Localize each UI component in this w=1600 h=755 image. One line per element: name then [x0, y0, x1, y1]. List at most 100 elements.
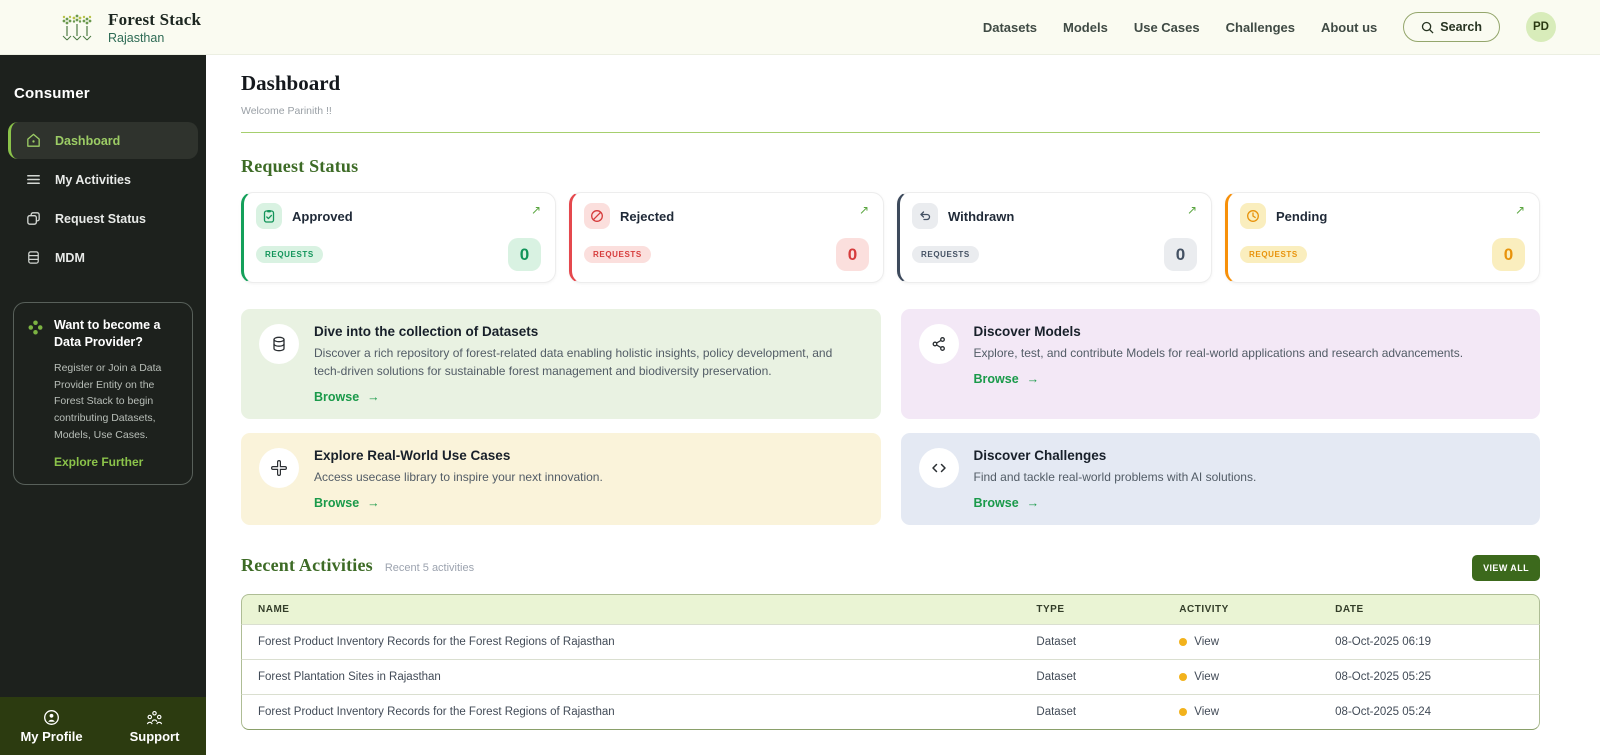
models-feature-card[interactable]: Discover Models Explore, test, and contr… [901, 309, 1541, 419]
request-count: 0 [836, 238, 869, 271]
sidebar: Consumer Dashboard My Activities Request… [0, 55, 206, 755]
copy-icon [25, 210, 42, 227]
use-cases-feature-card[interactable]: Explore Real-World Use Cases Access usec… [241, 433, 881, 525]
search-button[interactable]: Search [1403, 12, 1500, 42]
provider-card-title: Want to become a Data Provider? [54, 317, 179, 351]
list-icon [25, 171, 42, 188]
nav-datasets[interactable]: Datasets [983, 20, 1037, 35]
page-title: Dashboard [241, 71, 1540, 96]
external-arrow-icon[interactable]: ↗ [1187, 203, 1197, 217]
user-circle-icon [43, 709, 60, 726]
provider-card-body: Register or Join a Data Provider Entity … [54, 360, 179, 444]
welcome-text: Welcome Parinith !! [241, 105, 1540, 117]
withdrawn-card[interactable]: Withdrawn ↗ REQUESTS 0 [897, 192, 1212, 283]
approved-card[interactable]: Approved ↗ REQUESTS 0 [241, 192, 556, 283]
people-icon [146, 709, 163, 726]
code-icon [919, 448, 959, 488]
feature-title: Discover Models [974, 324, 1464, 339]
home-icon [25, 132, 42, 149]
cell-date: 08-Oct-2025 05:24 [1319, 694, 1540, 730]
data-provider-card: Want to become a Data Provider? Register… [13, 302, 193, 485]
table-row[interactable]: Forest Product Inventory Records for the… [241, 624, 1540, 659]
clipboard-check-icon [256, 203, 282, 229]
request-status-cards: Approved ↗ REQUESTS 0 Rejected ↗ REQ [241, 192, 1540, 283]
brand-subtitle: Rajasthan [108, 31, 201, 45]
main-content: Dashboard Welcome Parinith !! Request St… [206, 55, 1600, 755]
sidebar-item-mdm[interactable]: MDM [8, 239, 198, 276]
cell-activity: View [1163, 694, 1319, 730]
datasets-feature-card[interactable]: Dive into the collection of Datasets Dis… [241, 309, 881, 419]
sidebar-item-request-status[interactable]: Request Status [8, 200, 198, 237]
request-status-heading: Request Status [241, 156, 1540, 177]
feature-desc: Discover a rich repository of forest-rel… [314, 344, 861, 380]
external-arrow-icon[interactable]: ↗ [1515, 203, 1525, 217]
activity-dot-icon [1179, 673, 1187, 681]
sidebar-item-label: Dashboard [55, 134, 120, 148]
cell-name: Forest Product Inventory Records for the… [241, 694, 1020, 730]
recent-activities-subtitle: Recent 5 activities [385, 562, 474, 574]
cell-activity: View [1163, 624, 1319, 659]
my-profile-label: My Profile [20, 729, 82, 744]
search-icon [1421, 21, 1434, 34]
explore-further-link[interactable]: Explore Further [54, 455, 179, 469]
feature-desc: Access usecase library to inspire your n… [314, 468, 603, 486]
status-card-label: Approved [292, 209, 353, 224]
browse-link[interactable]: Browse→ [314, 496, 380, 510]
requests-badge: REQUESTS [912, 246, 979, 263]
sidebar-role-title: Consumer [0, 55, 206, 122]
browse-link[interactable]: Browse→ [314, 390, 380, 404]
sidebar-nav: Dashboard My Activities Request Status M… [0, 122, 206, 276]
sidebar-item-my-activities[interactable]: My Activities [8, 161, 198, 198]
external-arrow-icon[interactable]: ↗ [531, 203, 541, 217]
cell-name: Forest Plantation Sites in Rajasthan [241, 659, 1020, 694]
table-row[interactable]: Forest Plantation Sites in Rajasthan Dat… [241, 659, 1540, 694]
search-label: Search [1440, 20, 1482, 34]
support-label: Support [130, 729, 180, 744]
plus-icon [259, 448, 299, 488]
rejected-card[interactable]: Rejected ↗ REQUESTS 0 [569, 192, 884, 283]
nav-about-us[interactable]: About us [1321, 20, 1377, 35]
slash-circle-icon [584, 203, 610, 229]
divider [241, 132, 1540, 133]
top-bar: Forest Stack Rajasthan Datasets Models U… [0, 0, 1600, 55]
cell-activity: View [1163, 659, 1319, 694]
nav-challenges[interactable]: Challenges [1226, 20, 1295, 35]
cell-date: 08-Oct-2025 06:19 [1319, 624, 1540, 659]
browse-link[interactable]: Browse→ [974, 496, 1040, 510]
database-icon [25, 249, 42, 266]
support-button[interactable]: Support [103, 697, 206, 755]
arrow-right-icon: → [1027, 496, 1040, 510]
external-arrow-icon[interactable]: ↗ [859, 203, 869, 217]
request-count: 0 [1164, 238, 1197, 271]
feature-desc: Find and tackle real-world problems with… [974, 468, 1257, 486]
browse-link[interactable]: Browse→ [974, 372, 1040, 386]
sidebar-item-dashboard[interactable]: Dashboard [8, 122, 198, 159]
brand[interactable]: Forest Stack Rajasthan [56, 6, 201, 48]
arrow-right-icon: → [367, 390, 380, 404]
nav-use-cases[interactable]: Use Cases [1134, 20, 1200, 35]
arrow-right-icon: → [367, 496, 380, 510]
cell-type: Dataset [1020, 694, 1163, 730]
requests-badge: REQUESTS [1240, 246, 1307, 263]
feature-title: Dive into the collection of Datasets [314, 324, 861, 339]
brand-title: Forest Stack [108, 10, 201, 30]
my-profile-button[interactable]: My Profile [0, 697, 103, 755]
cell-type: Dataset [1020, 624, 1163, 659]
request-count: 0 [1492, 238, 1525, 271]
activity-dot-icon [1179, 708, 1187, 716]
pending-card[interactable]: Pending ↗ REQUESTS 0 [1225, 192, 1540, 283]
requests-badge: REQUESTS [256, 246, 323, 263]
database-icon [259, 324, 299, 364]
status-card-label: Pending [1276, 209, 1327, 224]
forest-stack-logo-icon [56, 6, 98, 48]
column-activity: ACTIVITY [1163, 594, 1319, 624]
nav-models[interactable]: Models [1063, 20, 1108, 35]
table-row[interactable]: Forest Product Inventory Records for the… [241, 694, 1540, 730]
sidebar-item-label: Request Status [55, 212, 146, 226]
recent-activities-table: NAME TYPE ACTIVITY DATE Forest Product I… [241, 594, 1540, 730]
view-all-button[interactable]: VIEW ALL [1472, 555, 1540, 581]
user-avatar[interactable]: PD [1526, 12, 1556, 42]
challenges-feature-card[interactable]: Discover Challenges Find and tackle real… [901, 433, 1541, 525]
arrow-right-icon: → [1027, 372, 1040, 386]
network-icon [919, 324, 959, 364]
